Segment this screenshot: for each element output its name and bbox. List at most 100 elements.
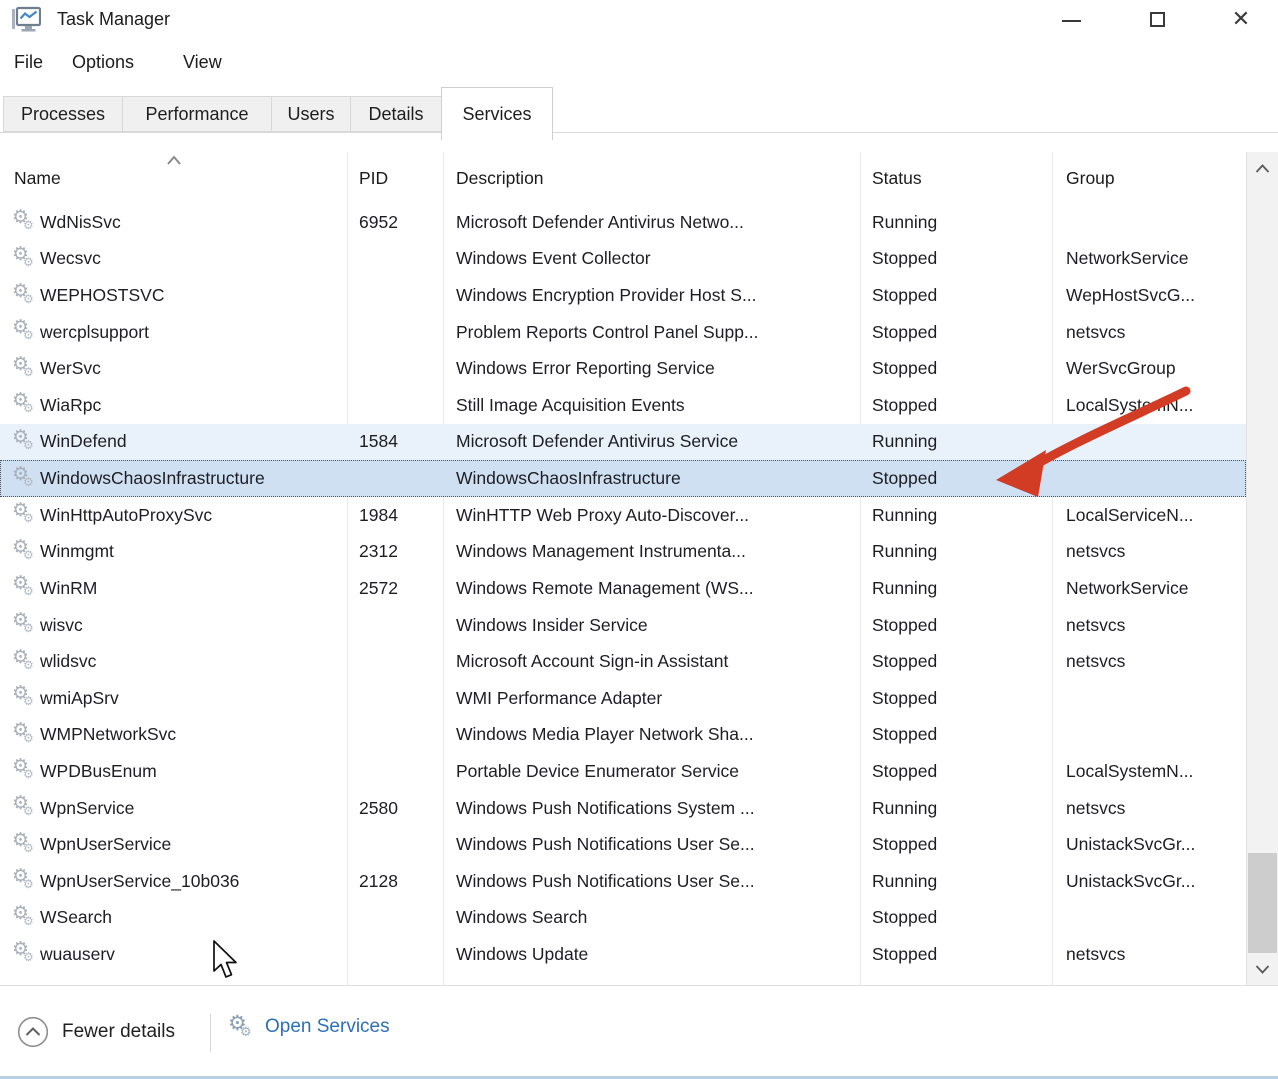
service-status: Stopped — [860, 395, 1052, 416]
service-name: WiaRpc — [40, 395, 101, 416]
maximize-button[interactable] — [1132, 0, 1182, 38]
service-gear-icon: ⚙⚙ — [12, 502, 40, 528]
tab-services[interactable]: Services — [441, 87, 553, 140]
service-gear-icon: ⚙⚙ — [12, 539, 40, 565]
table-row-WEPHOSTSVC[interactable]: ⚙⚙ WEPHOSTSVC Windows Encryption Provide… — [0, 277, 1246, 314]
service-description: Problem Reports Control Panel Supp... — [443, 322, 860, 343]
service-status: Stopped — [860, 285, 1052, 306]
tab-details[interactable]: Details — [350, 96, 442, 132]
service-gear-icon: ⚙⚙ — [12, 685, 40, 711]
vertical-scrollbar[interactable] — [1246, 152, 1278, 985]
scrollbar-up-button[interactable] — [1247, 152, 1278, 184]
minimize-button[interactable] — [1046, 0, 1096, 38]
table-row-WinRM[interactable]: ⚙⚙ WinRM 2572 Windows Remote Management … — [0, 570, 1246, 607]
service-gear-icon: ⚙⚙ — [12, 832, 40, 858]
service-gear-icon: ⚙⚙ — [12, 356, 40, 382]
maximize-icon — [1150, 12, 1165, 27]
table-row-WpnUserService_10b036[interactable]: ⚙⚙ WpnUserService_10b036 2128 Windows Pu… — [0, 863, 1246, 900]
services-table-body: ⚙⚙ WdNisSvc 6952 Microsoft Defender Anti… — [0, 204, 1246, 973]
footer-bar: Fewer details ⚙⚙ Open Services — [0, 985, 1278, 1079]
menu-options[interactable]: Options — [72, 52, 134, 73]
menu-view[interactable]: View — [183, 52, 222, 73]
table-row-WpnUserService[interactable]: ⚙⚙ WpnUserService Windows Push Notificat… — [0, 826, 1246, 863]
scrollbar-thumb[interactable] — [1248, 853, 1277, 953]
service-status: Stopped — [860, 907, 1052, 928]
table-row-WSearch[interactable]: ⚙⚙ WSearch Windows Search Stopped — [0, 900, 1246, 937]
service-name: wmiApSrv — [40, 688, 119, 709]
services-table: Name PID Description Status Group ⚙⚙ WdN… — [0, 152, 1246, 985]
service-gear-icon: ⚙⚙ — [12, 649, 40, 675]
open-services-label: Open Services — [265, 1016, 390, 1038]
table-row-Winmgmt[interactable]: ⚙⚙ Winmgmt 2312 Windows Management Instr… — [0, 533, 1246, 570]
service-description: Microsoft Defender Antivirus Netwo... — [443, 212, 860, 233]
service-name: WMPNetworkSvc — [40, 724, 176, 745]
service-group: LocalSystemN... — [1052, 761, 1246, 782]
service-status: Stopped — [860, 944, 1052, 965]
service-description: Windows Push Notifications User Se... — [443, 834, 860, 855]
table-row-WiaRpc[interactable]: ⚙⚙ WiaRpc Still Image Acquisition Events… — [0, 387, 1246, 424]
service-gear-icon: ⚙⚙ — [12, 868, 40, 894]
service-description: Windows Event Collector — [443, 248, 860, 269]
service-group: WerSvcGroup — [1052, 358, 1246, 379]
close-button[interactable]: ✕ — [1216, 0, 1266, 38]
tab-processes[interactable]: Processes — [3, 96, 123, 132]
service-gear-icon: ⚙⚙ — [12, 319, 40, 345]
column-header-group[interactable]: Group — [1052, 152, 1246, 204]
fewer-details-button[interactable]: Fewer details — [17, 1016, 175, 1048]
service-description: WindowsChaosInfrastructure — [443, 468, 860, 489]
service-name: WinHttpAutoProxySvc — [40, 505, 212, 526]
titlebar: Task Manager ✕ — [0, 0, 1278, 46]
open-services-link[interactable]: ⚙⚙ Open Services — [228, 1014, 390, 1040]
table-row-wlidsvc[interactable]: ⚙⚙ wlidsvc Microsoft Account Sign-in Ass… — [0, 643, 1246, 680]
footer-divider — [210, 1014, 211, 1052]
service-pid: 2128 — [347, 871, 443, 892]
service-description: WinHTTP Web Proxy Auto-Discover... — [443, 505, 860, 526]
service-gear-icon: ⚙⚙ — [12, 905, 40, 931]
service-status: Stopped — [860, 724, 1052, 745]
table-row-WerSvc[interactable]: ⚙⚙ WerSvc Windows Error Reporting Servic… — [0, 350, 1246, 387]
menu-file[interactable]: File — [14, 52, 43, 73]
table-row-wisvc[interactable]: ⚙⚙ wisvc Windows Insider Service Stopped… — [0, 607, 1246, 644]
table-row-WPDBusEnum[interactable]: ⚙⚙ WPDBusEnum Portable Device Enumerator… — [0, 753, 1246, 790]
column-header-description[interactable]: Description — [443, 152, 860, 204]
service-status: Stopped — [860, 651, 1052, 672]
table-row-wuauserv[interactable]: ⚙⚙ wuauserv Windows Update Stopped netsv… — [0, 936, 1246, 973]
service-name: wercplsupport — [40, 322, 149, 343]
table-row-wercplsupport[interactable]: ⚙⚙ wercplsupport Problem Reports Control… — [0, 314, 1246, 351]
service-gear-icon: ⚙⚙ — [12, 758, 40, 784]
column-header-pid[interactable]: PID — [347, 152, 443, 204]
service-description: Windows Search — [443, 907, 860, 928]
service-description: Windows Encryption Provider Host S... — [443, 285, 860, 306]
service-description: Windows Push Notifications User Se... — [443, 871, 860, 892]
service-group: WepHostSvcG... — [1052, 285, 1246, 306]
table-row-Wecsvc[interactable]: ⚙⚙ Wecsvc Windows Event Collector Stoppe… — [0, 241, 1246, 278]
column-header-status[interactable]: Status — [860, 152, 1052, 204]
tab-performance[interactable]: Performance — [122, 96, 272, 132]
service-description: Windows Media Player Network Sha... — [443, 724, 860, 745]
service-group: netsvcs — [1052, 615, 1246, 636]
table-row-WpnService[interactable]: ⚙⚙ WpnService 2580 Windows Push Notifica… — [0, 790, 1246, 827]
tab-users[interactable]: Users — [271, 96, 351, 132]
service-gear-icon: ⚙⚙ — [12, 429, 40, 455]
table-row-wmiApSrv[interactable]: ⚙⚙ wmiApSrv WMI Performance Adapter Stop… — [0, 680, 1246, 717]
service-status: Stopped — [860, 688, 1052, 709]
service-group: netsvcs — [1052, 651, 1246, 672]
table-row-WinDefend[interactable]: ⚙⚙ WinDefend 1584 Microsoft Defender Ant… — [0, 424, 1246, 461]
service-gear-icon: ⚙⚙ — [12, 466, 40, 492]
service-status: Stopped — [860, 322, 1052, 343]
service-status: Running — [860, 431, 1052, 452]
service-pid: 6952 — [347, 212, 443, 233]
service-description: Windows Error Reporting Service — [443, 358, 860, 379]
service-pid: 2312 — [347, 541, 443, 562]
service-group: UnistackSvcGr... — [1052, 871, 1246, 892]
sort-ascending-icon — [164, 154, 184, 166]
scrollbar-down-button[interactable] — [1247, 953, 1278, 985]
table-row-WdNisSvc[interactable]: ⚙⚙ WdNisSvc 6952 Microsoft Defender Anti… — [0, 204, 1246, 241]
menubar: File Options View — [0, 46, 1278, 86]
table-row-WMPNetworkSvc[interactable]: ⚙⚙ WMPNetworkSvc Windows Media Player Ne… — [0, 717, 1246, 754]
service-pid: 1584 — [347, 431, 443, 452]
table-row-WindowsChaosInfrastructure[interactable]: ⚙⚙ WindowsChaosInfrastructure WindowsCha… — [0, 460, 1246, 497]
service-group: netsvcs — [1052, 541, 1246, 562]
table-row-WinHttpAutoProxySvc[interactable]: ⚙⚙ WinHttpAutoProxySvc 1984 WinHTTP Web … — [0, 497, 1246, 534]
service-name: wisvc — [40, 615, 83, 636]
